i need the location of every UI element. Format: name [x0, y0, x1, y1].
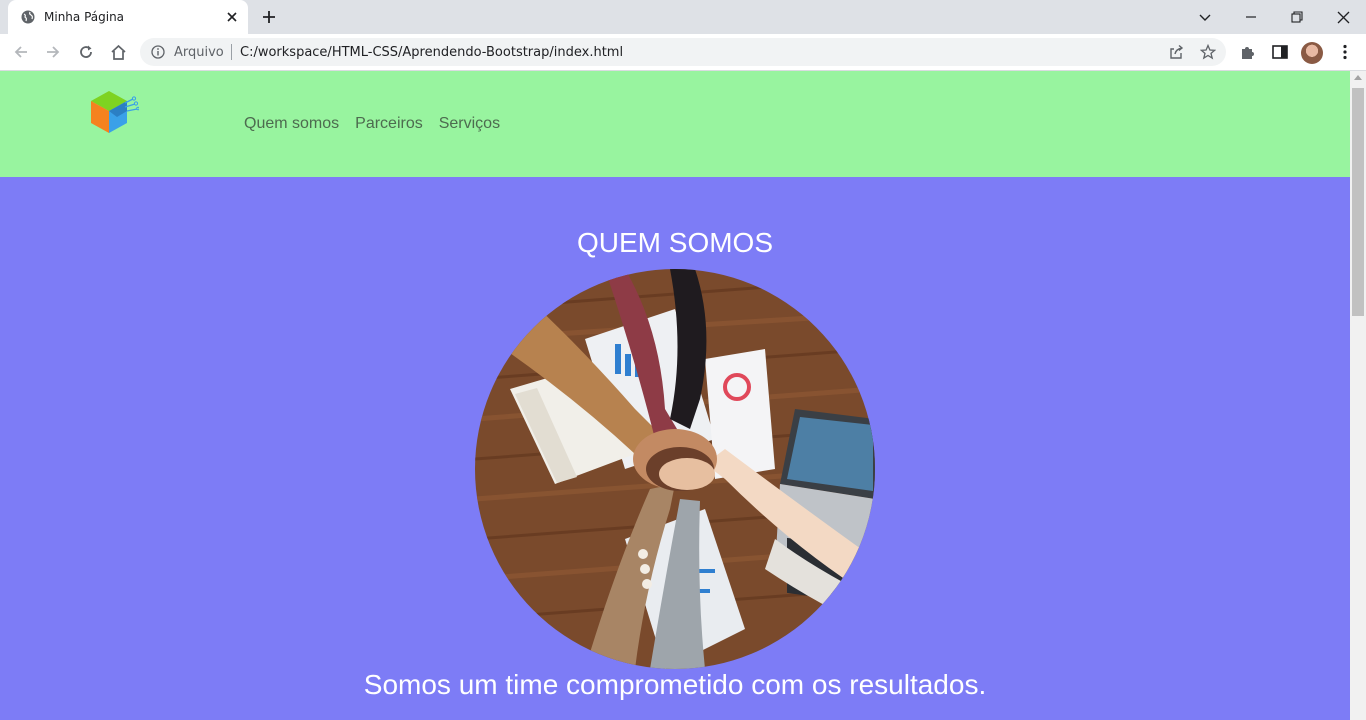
minimize-icon[interactable]: [1240, 6, 1262, 28]
hero-section: QUEM SOMOS Somos um time comprometido co…: [0, 177, 1350, 720]
page-viewport: Quem somos Parceiros Serviços QUEM SOMOS: [0, 71, 1350, 720]
reload-icon[interactable]: [75, 41, 97, 63]
nav-link-parceiros[interactable]: Parceiros: [355, 115, 423, 133]
nav-link-servicos[interactable]: Serviços: [439, 115, 500, 133]
scroll-up-arrow-icon[interactable]: [1354, 75, 1362, 80]
hero-title: QUEM SOMOS: [576, 227, 773, 258]
tab-search-chevron-icon[interactable]: [1194, 6, 1216, 28]
close-window-icon[interactable]: [1332, 6, 1354, 28]
extensions-puzzle-icon[interactable]: [1239, 43, 1257, 61]
page-scrollbar[interactable]: [1350, 71, 1366, 720]
site-header: Quem somos Parceiros Serviços: [0, 71, 1350, 177]
browser-tab-strip: Minha Página: [0, 0, 1366, 34]
info-icon[interactable]: [151, 45, 165, 59]
forward-arrow-icon[interactable]: [42, 41, 64, 63]
divider: [231, 44, 232, 60]
browser-toolbar: Arquivo C:/workspace/HTML-CSS/Aprendendo…: [0, 34, 1366, 71]
address-bar[interactable]: Arquivo C:/workspace/HTML-CSS/Aprendendo…: [140, 38, 1226, 66]
browser-tab[interactable]: Minha Página: [8, 0, 248, 34]
site-nav: Quem somos Parceiros Serviços: [244, 115, 500, 133]
nav-link-quem-somos[interactable]: Quem somos: [244, 115, 339, 133]
new-tab-plus-icon[interactable]: [260, 8, 278, 26]
close-tab-icon[interactable]: [224, 9, 240, 25]
hero-tagline: Somos um time comprometido com os result…: [363, 669, 987, 700]
team-hands-photo: [475, 269, 875, 669]
globe-icon: [21, 10, 35, 24]
share-icon[interactable]: [1168, 44, 1184, 60]
scrollbar-thumb[interactable]: [1352, 88, 1364, 316]
star-icon[interactable]: [1200, 44, 1216, 60]
restore-icon[interactable]: [1286, 6, 1308, 28]
menu-kebab-icon[interactable]: [1336, 43, 1354, 61]
cube-logo-icon[interactable]: [89, 89, 139, 135]
tab-title: Minha Página: [44, 10, 125, 24]
back-arrow-icon[interactable]: [10, 41, 32, 63]
site-info-label: Arquivo: [174, 45, 224, 60]
side-panel-icon[interactable]: [1271, 43, 1289, 61]
url-text[interactable]: C:/workspace/HTML-CSS/Aprendendo-Bootstr…: [240, 45, 623, 60]
profile-avatar[interactable]: [1301, 42, 1323, 64]
home-icon[interactable]: [107, 41, 129, 63]
